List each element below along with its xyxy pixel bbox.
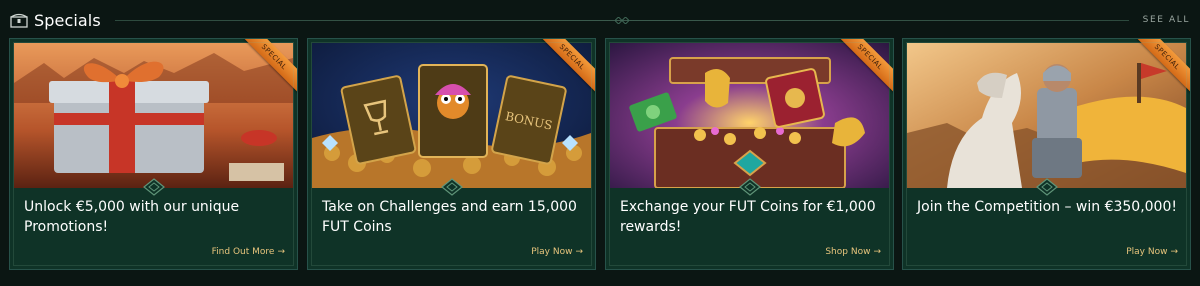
shop-now-link[interactable]: Shop Now → [825, 247, 881, 257]
section-header: Specials SEE ALL [10, 8, 1190, 32]
special-card-competition[interactable]: SPECIAL Join the Competition – win €350,… [902, 38, 1191, 270]
gift-box-image [14, 43, 293, 188]
challenge-cards-image: BONUS [312, 43, 591, 188]
diamond-divider-icon [142, 178, 165, 196]
diamond-divider-icon [440, 178, 463, 196]
special-card-challenges[interactable]: BONUS SPECIAL Take on Challenges and ear… [307, 38, 596, 270]
treasure-chest-image [610, 43, 889, 188]
card-link-label: Play Now [531, 247, 573, 257]
card-description: Exchange your FUT Coins for €1,000 rewar… [620, 199, 876, 235]
play-now-link[interactable]: Play Now → [1126, 247, 1178, 257]
header-divider [114, 16, 1129, 24]
arrow-right-icon: → [1170, 247, 1178, 257]
find-out-more-link[interactable]: Find Out More → [212, 247, 285, 257]
card-description: Unlock €5,000 with our unique Promotions… [24, 199, 240, 235]
special-card-promotions[interactable]: SPECIAL Unlock €5,000 with our unique Pr… [9, 38, 298, 270]
knight-image [907, 43, 1186, 188]
section-title: Specials [34, 10, 101, 30]
card-link-label: Find Out More [211, 247, 275, 257]
special-card-shop[interactable]: SPECIAL Exchange your FUT Coins for €1,0… [605, 38, 894, 270]
specials-cards: SPECIAL Unlock €5,000 with our unique Pr… [9, 38, 1191, 278]
arrow-right-icon: → [575, 247, 583, 257]
card-description: Take on Challenges and earn 15,000 FUT C… [322, 199, 577, 235]
card-description: Join the Competition – win €350,000! [917, 199, 1177, 215]
diamond-divider-icon [738, 178, 761, 196]
play-now-link[interactable]: Play Now → [531, 247, 583, 257]
card-link-label: Shop Now [825, 247, 871, 257]
arrow-right-icon: → [277, 247, 285, 257]
chest-icon [10, 12, 28, 28]
diamond-divider-icon [1035, 178, 1058, 196]
see-all-link[interactable]: SEE ALL [1143, 15, 1190, 25]
arrow-right-icon: → [873, 247, 881, 257]
card-link-label: Play Now [1126, 247, 1168, 257]
